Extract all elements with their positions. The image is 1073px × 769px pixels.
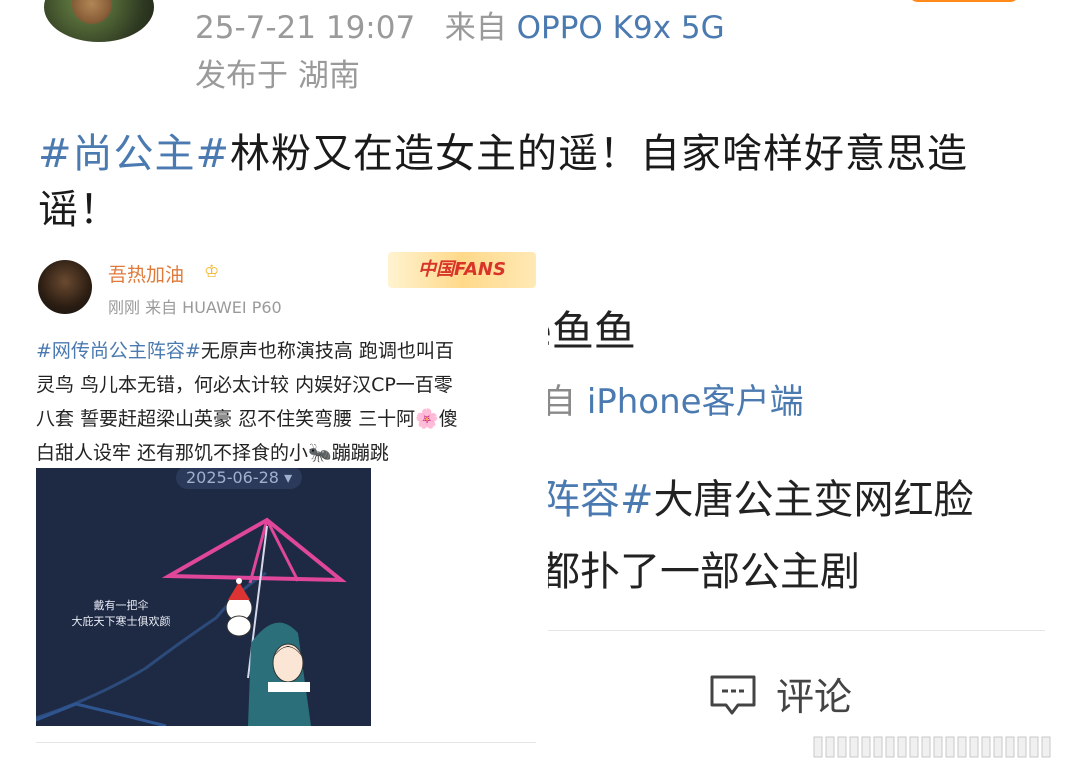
embedded-line-2: 灵鸟 鸟儿本无错，何必太计较 内娱好汉CP一百零 [36,374,453,396]
right-username: e鱼鱼 [548,307,636,356]
embedded-line-1: 无原声也称演技高 跑调也叫百 [200,340,454,362]
post-timestamp: 25-7-21 19:07 [195,10,416,46]
card-divider [36,742,536,743]
right-source-device: iPhone客户端 [586,382,804,422]
comment-icon [708,673,758,726]
embedded-screenshot-right[interactable]: e鱼鱼 自 iPhone客户端 阵容#大唐公主变网红脸 都扑了一部公主剧 评论 [548,270,1045,750]
post-body: #尚公主#林粉又在造女主的遥！自家啥样好意思造谣！ [38,126,1048,238]
embedded-line-4: 白甜人设牢 还有那饥不择食的小🐜蹦蹦跳 [36,442,389,464]
image-caption: 戴有一把伞 大庇天下寒士俱欢颜 [56,598,186,630]
right-source: 自 iPhone客户端 [548,374,804,423]
embedded-avatar [38,260,92,314]
right-hashtag: 阵容# [548,477,654,523]
source-prefix: 来自 [444,10,507,46]
right-text-line-1: 大唐公主变网红脸 [653,477,974,523]
embedded-screenshot-left[interactable]: 吾热加油 ♔ 中国FANS 刚刚 来自 HUAWEI P60 #网传尚公主阵容#… [36,250,536,750]
comment-button[interactable]: 评论 [708,666,852,726]
device-link[interactable]: OPPO K9x 5G [517,10,725,46]
post-meta: 25-7-21 19:07 来自 OPPO K9x 5G [195,2,725,47]
caption-line-1: 戴有一把伞 [93,599,149,612]
watermark-graphic [813,736,1051,758]
author-avatar[interactable] [44,0,154,42]
embedded-post-text: #网传尚公主阵容#无原声也称演技高 跑调也叫百 灵鸟 鸟儿本无错，何必太计较 内… [36,334,536,470]
umbrella-drawing [36,517,347,726]
fans-badge: 中国FANS [388,252,536,288]
embedded-line-3: 八套 誓要赶超梁山英豪 忍不住笑弯腰 三十阿🌸傻 [36,408,458,430]
comment-label: 评论 [776,675,853,719]
follow-button[interactable] [908,0,1020,2]
embedded-meta: 刚刚 来自 HUAWEI P60 [108,298,282,317]
embedded-hashtag: #网传尚公主阵容# [36,340,201,362]
right-divider [548,630,1045,631]
caption-line-2: 大庇天下寒士俱欢颜 [71,615,171,628]
embedded-image: 2025-06-28 ▾ 戴有一把伞 大庇天下寒士俱欢颜 [36,468,371,726]
embedded-username: 吾热加油 [108,264,185,286]
right-text-line-2: 都扑了一部公主剧 [548,549,860,595]
topic-hashtag[interactable]: #尚公主# [38,131,230,177]
crown-badge-icon: ♔ [204,262,220,282]
right-source-prefix: 自 [548,382,576,422]
right-post-text: 阵容#大唐公主变网红脸 都扑了一部公主剧 [548,464,1045,608]
post-location: 发布于 湖南 [195,58,360,94]
